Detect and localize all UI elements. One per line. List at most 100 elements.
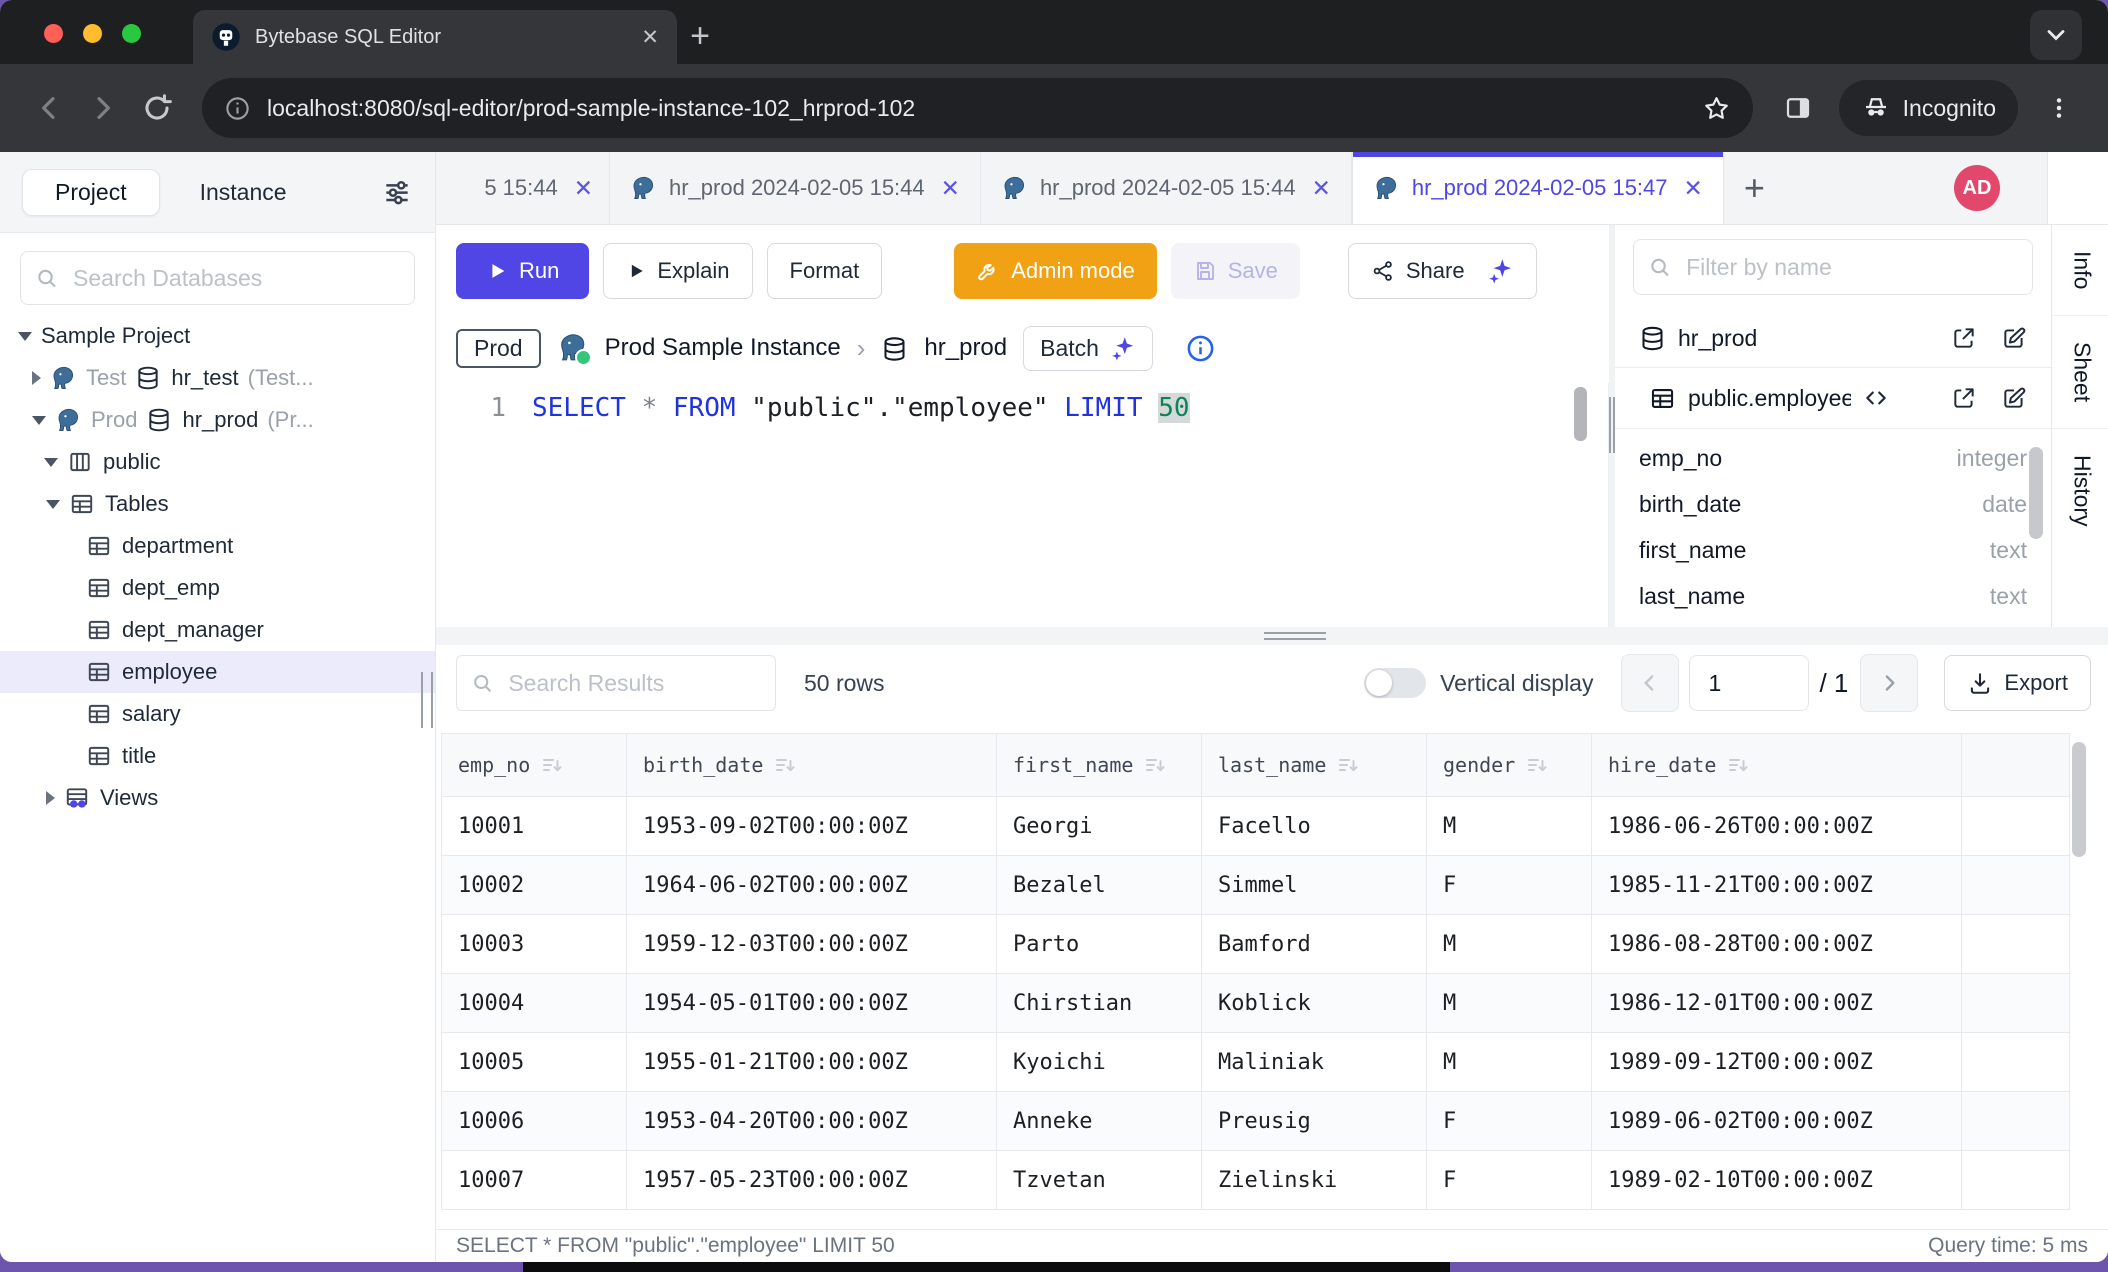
results-search[interactable]: [456, 655, 776, 711]
result-cell[interactable]: M: [1427, 797, 1592, 856]
side-tab-sheet[interactable]: Sheet: [2052, 316, 2108, 429]
worksheet-tab[interactable]: hr_prod 2024-02-05 15:44✕: [981, 152, 1352, 224]
schema-filter-input[interactable]: [1684, 253, 2018, 282]
zoom-window-button[interactable]: [122, 24, 141, 43]
close-worksheet-icon[interactable]: ✕: [1684, 175, 1703, 202]
close-worksheet-icon[interactable]: ✕: [574, 175, 593, 202]
sort-icon[interactable]: [1336, 753, 1360, 777]
tree-node-schema-public[interactable]: public: [0, 441, 435, 483]
close-worksheet-icon[interactable]: ✕: [941, 175, 960, 202]
caret-right-icon[interactable]: [46, 791, 55, 805]
reload-button[interactable]: [134, 85, 180, 131]
result-cell[interactable]: M: [1427, 1033, 1592, 1092]
result-cell[interactable]: 1989-09-12T00:00:00Z: [1592, 1033, 1962, 1092]
result-cell[interactable]: Anneke: [997, 1092, 1202, 1151]
window-controls[interactable]: [44, 24, 141, 43]
side-tab-info[interactable]: Info: [2052, 225, 2108, 316]
result-cell[interactable]: Chirstian: [997, 974, 1202, 1033]
database-search[interactable]: [20, 251, 415, 305]
site-info-icon[interactable]: [224, 95, 251, 122]
open-external-icon[interactable]: [1951, 325, 1977, 351]
save-button[interactable]: Save: [1171, 243, 1300, 299]
tree-settings-button[interactable]: [381, 176, 413, 208]
worksheet-tab[interactable]: hr_prod 2024-02-05 15:47✕: [1352, 152, 1724, 224]
schema-database-row[interactable]: hr_prod: [1615, 309, 2051, 368]
results-search-input[interactable]: [506, 669, 761, 698]
result-cell[interactable]: 1955-01-21T00:00:00Z: [627, 1033, 997, 1092]
sort-icon[interactable]: [1726, 753, 1750, 777]
result-cell[interactable]: F: [1427, 1092, 1592, 1151]
result-row[interactable]: 100051955-01-21T00:00:00ZKyoichiMaliniak…: [442, 1033, 2070, 1092]
tree-node-tables[interactable]: Tables: [0, 483, 435, 525]
result-cell[interactable]: 1986-12-01T00:00:00Z: [1592, 974, 1962, 1033]
page-number-input[interactable]: [1689, 655, 1809, 711]
result-cell[interactable]: Bezalel: [997, 856, 1202, 915]
schema-table-row[interactable]: public.employee: [1615, 368, 2051, 429]
column-row[interactable]: last_nametext: [1615, 573, 2051, 619]
forward-button[interactable]: [80, 85, 126, 131]
caret-right-icon[interactable]: [32, 371, 41, 385]
schema-filter[interactable]: [1633, 239, 2033, 295]
result-row[interactable]: 100011953-09-02T00:00:00ZGeorgiFacelloM1…: [442, 797, 2070, 856]
result-row[interactable]: 100061953-04-20T00:00:00ZAnnekePreusigF1…: [442, 1092, 2070, 1151]
caret-down-icon[interactable]: [32, 416, 46, 425]
results-divider-grip[interactable]: [1264, 632, 1326, 640]
result-cell[interactable]: Bamford: [1202, 915, 1427, 974]
export-button[interactable]: Export: [1944, 655, 2091, 711]
batch-mode-button[interactable]: Batch: [1023, 326, 1153, 371]
address-bar[interactable]: localhost:8080/sql-editor/prod-sample-in…: [202, 78, 1753, 138]
result-row[interactable]: 100031959-12-03T00:00:00ZPartoBamfordM19…: [442, 915, 2070, 974]
results-divider[interactable]: [436, 627, 2108, 645]
format-button[interactable]: Format: [767, 243, 883, 299]
result-cell[interactable]: 1985-11-21T00:00:00Z: [1592, 856, 1962, 915]
result-cell[interactable]: 1959-12-03T00:00:00Z: [627, 915, 997, 974]
result-cell[interactable]: 1989-06-02T00:00:00Z: [1592, 1092, 1962, 1151]
caret-down-icon[interactable]: [18, 332, 32, 341]
result-cell[interactable]: Parto: [997, 915, 1202, 974]
result-cell[interactable]: 1986-06-26T00:00:00Z: [1592, 797, 1962, 856]
result-cell[interactable]: 1989-02-10T00:00:00Z: [1592, 1151, 1962, 1210]
result-cell[interactable]: Koblick: [1202, 974, 1427, 1033]
tree-node-hr-test[interactable]: Test hr_test (Test...: [0, 357, 435, 399]
result-cell[interactable]: 10005: [442, 1033, 627, 1092]
code-icon[interactable]: [1863, 385, 1889, 411]
browser-tab[interactable]: Bytebase SQL Editor ✕: [193, 10, 677, 64]
edit-icon[interactable]: [2001, 385, 2027, 411]
sidebar-table-salary[interactable]: salary: [0, 693, 435, 735]
sidebar-table-dept_manager[interactable]: dept_manager: [0, 609, 435, 651]
result-cell[interactable]: Georgi: [997, 797, 1202, 856]
explain-button[interactable]: Explain: [603, 243, 752, 299]
result-cell[interactable]: Facello: [1202, 797, 1427, 856]
editor-scrollbar[interactable]: [1574, 387, 1587, 441]
bookmark-star-icon[interactable]: [1702, 94, 1731, 123]
result-cell[interactable]: F: [1427, 1151, 1592, 1210]
result-cell[interactable]: Zielinski: [1202, 1151, 1427, 1210]
close-window-button[interactable]: [44, 24, 63, 43]
tab-project[interactable]: Project: [22, 169, 160, 216]
sidebar-resize-handle[interactable]: [421, 672, 433, 728]
results-scrollbar[interactable]: [2072, 742, 2086, 857]
info-icon[interactable]: [1185, 333, 1216, 364]
column-row[interactable]: emp_nointeger: [1615, 435, 2051, 481]
result-cell[interactable]: Preusig: [1202, 1092, 1427, 1151]
sort-icon[interactable]: [540, 753, 564, 777]
sql-code-editor[interactable]: 1 SELECT * FROM "public"."employee" LIMI…: [436, 383, 1609, 627]
result-cell[interactable]: Kyoichi: [997, 1033, 1202, 1092]
result-row[interactable]: 100021964-06-02T00:00:00ZBezalelSimmelF1…: [442, 856, 2070, 915]
share-button[interactable]: Share: [1348, 243, 1537, 299]
result-cell[interactable]: 10002: [442, 856, 627, 915]
sort-icon[interactable]: [1143, 753, 1167, 777]
result-cell[interactable]: 1954-05-01T00:00:00Z: [627, 974, 997, 1033]
run-button[interactable]: Run: [456, 243, 589, 299]
result-cell[interactable]: 1953-09-02T00:00:00Z: [627, 797, 997, 856]
tree-node-project[interactable]: Sample Project: [0, 315, 435, 357]
result-cell[interactable]: Tzvetan: [997, 1151, 1202, 1210]
worksheet-tab[interactable]: 5 15:44✕: [436, 152, 610, 224]
column-header-first_name[interactable]: first_name: [997, 734, 1202, 797]
sidebar-table-title[interactable]: title: [0, 735, 435, 777]
column-row[interactable]: first_nametext: [1615, 527, 2051, 573]
tree-node-hr-prod[interactable]: Prod hr_prod (Pr...: [0, 399, 435, 441]
column-row[interactable]: birth_datedate: [1615, 481, 2051, 527]
sidebar-table-dept_emp[interactable]: dept_emp: [0, 567, 435, 609]
column-header-hire_date[interactable]: hire_date: [1592, 734, 1962, 797]
